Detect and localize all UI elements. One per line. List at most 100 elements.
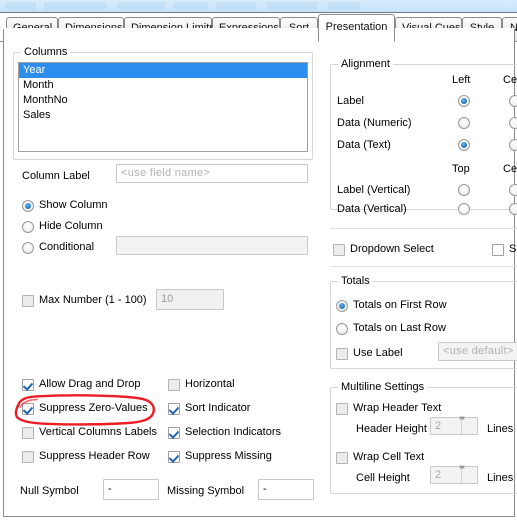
tab-presentation[interactable]: Presentation [318,14,395,42]
radio-conditional[interactable]: Conditional [22,241,94,254]
checkbox-use-label[interactable]: Use Label [336,347,403,360]
spinner-value: 2 [435,469,442,481]
columns-group-title: Columns [21,46,71,58]
column-label-input[interactable]: <use field name> [116,164,308,183]
checkbox-indicator [168,426,180,439]
checkbox-vertical-columns-labels[interactable]: Vertical Columns Labels [22,426,157,439]
selected-tab-seam [3,28,515,29]
divider-above-dropdown [330,228,517,229]
checkbox-indicator [492,243,504,256]
checkbox-indicator [22,294,34,307]
list-item[interactable]: Year [19,63,307,78]
checkbox-label: Suppress Zero-Values [39,402,148,414]
radio-label-vertical-top[interactable] [458,184,470,196]
checkbox-label: Sort Indicator [185,402,251,414]
radio-data-numeric-align-left[interactable] [458,117,470,129]
checkbox-label: Suppress Missing [185,450,272,462]
alignment-row-label-data-vertical: Data (Vertical) [337,203,407,215]
checkbox-indicator [336,451,348,464]
null-symbol-label: Null Symbol [20,485,79,497]
checkbox-label: Max Number (1 - 100) [39,294,147,306]
radio-data-numeric-align-center[interactable] [509,117,517,129]
conditional-expression-input[interactable] [116,236,308,255]
checkbox-indicator [168,402,180,415]
ghost-menu-item [44,2,106,10]
header-height-spinner[interactable]: 2 [430,416,478,435]
alignment-row-label-label: Label [337,95,364,107]
checkbox-label: Vertical Columns Labels [39,426,158,438]
checkbox-indicator [22,402,34,415]
ghost-menu-item [174,2,208,10]
radio-label-vertical-center[interactable] [509,184,517,196]
checkbox-label: Dropdown Select [350,243,434,255]
alignment-row-label-label-vertical: Label (Vertical) [337,184,411,196]
checkbox-horizontal[interactable]: Horizontal [168,378,235,391]
radio-data-text-align-center[interactable] [509,139,517,151]
totals-label-input[interactable]: <use default> [438,342,517,361]
spinner-value: 2 [435,420,442,432]
checkbox-indicator [336,402,348,415]
max-number-checkbox[interactable]: Max Number (1 - 100) [22,294,147,307]
checkbox-selection-indicators[interactable]: Selection Indicators [168,426,281,439]
checkbox-label: Wrap Cell Text [353,451,425,463]
checkbox-label: Horizontal [185,378,235,390]
alignment-row-label-data-text: Data (Text) [337,139,391,151]
spinner-buttons[interactable] [459,416,477,434]
alignment-group-title: Alignment [338,58,393,70]
missing-symbol-label: Missing Symbol [167,485,245,497]
ghost-menu-item [118,2,166,10]
checkbox-label: Use Label [353,347,403,359]
radio-indicator [22,199,34,212]
checkbox-dropdown-select[interactable]: Dropdown Select [333,243,434,256]
ghost-menu-item [216,2,256,10]
list-item[interactable]: Sales [19,108,307,123]
checkbox-suppress-header-row[interactable]: Suppress Header Row [22,450,150,463]
radio-show-column[interactable]: Show Column [22,199,107,212]
checkbox-label: Suppress Header Row [39,450,150,462]
checkbox-indicator [336,347,348,360]
radio-indicator [336,299,348,312]
ghost-menu-item [328,2,360,10]
checkbox-indicator [22,450,34,463]
cell-height-spinner[interactable]: 2 [430,465,478,484]
radio-label: Show Column [39,199,108,211]
list-item[interactable]: Month [19,78,307,93]
radio-hide-column[interactable]: Hide Column [22,220,103,233]
checkbox-cut-off-option[interactable]: Se [492,243,517,256]
radio-label: Totals on Last Row [353,322,446,334]
spinner-buttons[interactable] [459,465,477,483]
radio-label-align-left[interactable] [458,95,470,107]
checkbox-wrap-header-text[interactable]: Wrap Header Text [336,402,441,415]
radio-label-align-center[interactable] [509,95,517,107]
ghost-menu-item [266,2,318,10]
alignment-header-center: Ce [503,74,517,86]
max-number-input[interactable]: 10 [156,289,224,310]
checkbox-suppress-missing[interactable]: Suppress Missing [168,450,272,463]
alignment-header-left: Left [452,74,471,86]
radio-indicator [336,322,348,335]
alignment-header-vertical-center: Ce [503,163,517,175]
radio-data-vertical-center[interactable] [509,203,517,215]
list-item[interactable]: MonthNo [19,93,307,108]
radio-totals-on-last-row[interactable]: Totals on Last Row [336,322,446,335]
checkbox-indicator [168,450,180,463]
divider-below-dropdown [330,266,517,267]
radio-data-vertical-top[interactable] [458,203,470,215]
radio-totals-on-first-row[interactable]: Totals on First Row [336,299,447,312]
radio-indicator [22,241,34,254]
totals-group-title: Totals [338,275,373,287]
checkbox-suppress-zero-values[interactable]: Suppress Zero-Values [22,402,148,415]
cell-height-unit: Lines [487,472,514,484]
cell-height-label: Cell Height [356,472,410,484]
radio-data-text-align-left[interactable] [458,139,470,151]
radio-label: Conditional [39,241,95,253]
null-symbol-input[interactable]: - [103,479,159,500]
checkbox-label: Selection Indicators [185,426,281,438]
header-height-label: Header Height [356,423,427,435]
checkbox-allow-drag-and-drop[interactable]: Allow Drag and Drop [22,378,141,391]
checkbox-sort-indicator[interactable]: Sort Indicator [168,402,250,415]
checkbox-wrap-cell-text[interactable]: Wrap Cell Text [336,451,424,464]
column-label-label: Column Label [22,170,90,182]
missing-symbol-input[interactable]: - [258,479,314,500]
columns-listbox[interactable]: Year Month MonthNo Sales [18,62,308,152]
